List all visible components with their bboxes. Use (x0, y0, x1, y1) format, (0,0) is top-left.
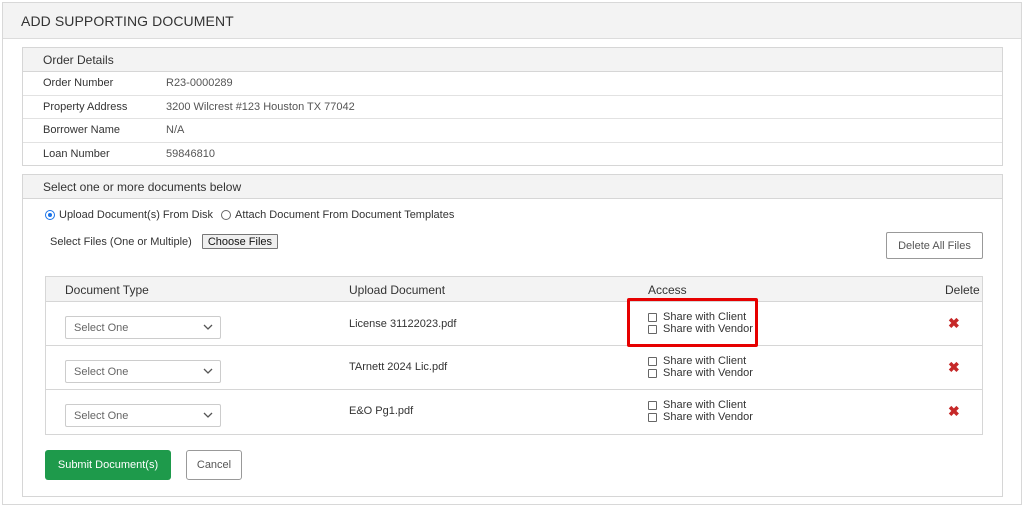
select-files-row: Select Files (One or Multiple) Choose Fi… (50, 234, 279, 249)
cancel-button[interactable]: Cancel (186, 450, 242, 480)
documents-table: Document Type Upload Document Access Del… (45, 276, 983, 435)
chevron-down-icon (203, 368, 213, 374)
title-bar: ADD SUPPORTING DOCUMENT (3, 3, 1021, 39)
source-radio-group: Upload Document(s) From Disk Attach Docu… (45, 209, 462, 221)
table-header: Document Type Upload Document Access Del… (46, 277, 982, 302)
select-value: Select One (74, 409, 129, 422)
col-delete: Delete (945, 283, 980, 297)
share-with-client-checkbox[interactable] (648, 356, 657, 366)
page-title: ADD SUPPORTING DOCUMENT (21, 12, 234, 29)
chevron-down-icon (203, 412, 213, 418)
chevron-down-icon (203, 324, 213, 330)
uploaded-file-name: TArnett 2024 Lic.pdf (349, 361, 448, 373)
radio-attach-from-templates[interactable] (221, 210, 232, 220)
share-with-client-label[interactable]: Share with Client (663, 399, 746, 411)
close-x-icon[interactable]: ✖ (948, 403, 960, 420)
delete-all-files-button[interactable]: Delete All Files (886, 232, 983, 259)
choose-files-button[interactable]: Choose Files (201, 234, 279, 249)
select-files-label: Select Files (One or Multiple) (50, 235, 192, 248)
document-type-select[interactable]: Select One (65, 360, 221, 383)
select-value: Select One (74, 321, 129, 334)
detail-label: Property Address (43, 100, 128, 113)
uploaded-file-name: E&O Pg1.pdf (349, 405, 414, 417)
share-with-vendor-label[interactable]: Share with Vendor (663, 367, 753, 379)
detail-row-order-number: Order Number R23-0000289 (23, 72, 1002, 96)
radio-upload-label[interactable]: Upload Document(s) From Disk (59, 209, 213, 221)
col-upload-document: Upload Document (349, 283, 446, 297)
document-type-select[interactable]: Select One (65, 316, 221, 339)
table-row: Select One License 31122023.pdf Share wi… (46, 302, 982, 346)
detail-label: Order Number (43, 77, 114, 90)
access-options: Share with Client Share with Vendor (648, 399, 753, 423)
share-with-vendor-checkbox[interactable] (648, 412, 657, 422)
share-with-vendor-checkbox[interactable] (648, 368, 657, 378)
order-details-panel: Order Details Order Number R23-0000289 P… (22, 47, 1003, 166)
detail-label: Borrower Name (43, 124, 121, 137)
detail-value: 3200 Wilcrest #123 Houston TX 77042 (166, 100, 355, 113)
col-access: Access (648, 283, 687, 297)
select-value: Select One (74, 365, 129, 378)
close-x-icon[interactable]: ✖ (948, 359, 960, 376)
table-row: Select One E&O Pg1.pdf Share with Client… (46, 390, 982, 434)
detail-row-borrower-name: Borrower Name N/A (23, 119, 1002, 143)
access-highlight-box (627, 298, 758, 347)
table-row: Select One TArnett 2024 Lic.pdf Share wi… (46, 346, 982, 390)
order-details-heading: Order Details (23, 48, 1002, 72)
detail-label: Loan Number (43, 148, 110, 161)
col-document-type: Document Type (65, 283, 149, 297)
document-type-select[interactable]: Select One (65, 404, 221, 427)
radio-attach-label[interactable]: Attach Document From Document Templates (235, 209, 454, 221)
documents-panel: Select one or more documents below Uploa… (22, 174, 1003, 497)
detail-value: 59846810 (166, 148, 215, 161)
detail-value: N/A (166, 124, 185, 137)
submit-documents-button[interactable]: Submit Document(s) (45, 450, 171, 480)
share-with-vendor-label[interactable]: Share with Vendor (663, 411, 753, 423)
access-options: Share with Client Share with Vendor (648, 355, 753, 379)
share-with-client-checkbox[interactable] (648, 400, 657, 410)
dialog: ADD SUPPORTING DOCUMENT Order Details Or… (2, 2, 1022, 505)
close-x-icon[interactable]: ✖ (948, 315, 960, 332)
uploaded-file-name: License 31122023.pdf (349, 318, 457, 330)
detail-value: R23-0000289 (166, 77, 233, 90)
detail-row-property-address: Property Address 3200 Wilcrest #123 Hous… (23, 96, 1002, 119)
radio-upload-from-disk[interactable] (45, 210, 55, 220)
documents-heading: Select one or more documents below (23, 175, 1002, 199)
detail-row-loan-number: Loan Number 59846810 (23, 143, 1002, 167)
share-with-client-label[interactable]: Share with Client (663, 355, 746, 367)
